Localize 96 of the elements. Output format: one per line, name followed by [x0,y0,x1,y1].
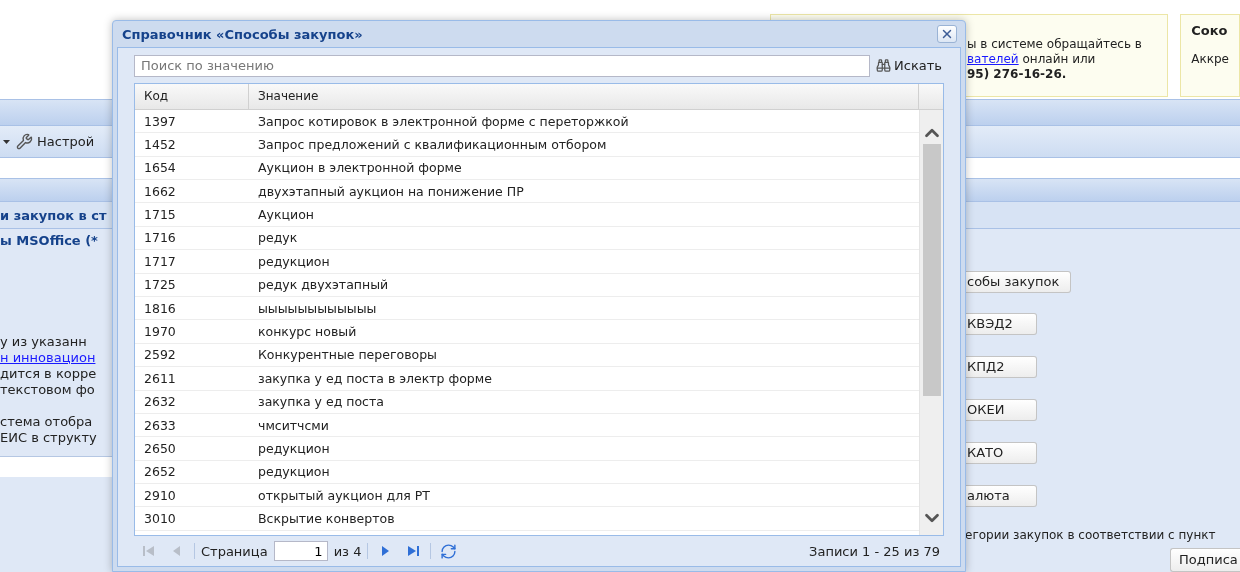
grid-row[interactable]: 1715 Аукцион [135,203,919,227]
records-summary: Записи 1 - 25 из 79 [809,543,940,559]
table-cell-text: открытый аукцион для РТ [257,487,431,503]
table-cell-text: 2910 [143,487,177,503]
grid-row[interactable]: 1717 редукцион [135,250,919,274]
grid-row[interactable]: 2650 редукцион [135,437,919,461]
text-line: стема отобра [0,414,94,430]
refresh-icon [440,542,458,560]
table-cell-text: 3010 [143,511,177,527]
table-cell-text: 2611 [143,370,177,386]
search-button[interactable]: Искать [874,58,944,74]
table-cell-text: 1397 [143,113,177,129]
directory-button[interactable]: КПД2 [965,356,1037,378]
last-page-icon [405,543,422,559]
table-cell-text: 1654 [143,160,177,176]
table-cell-text: Запрос котировок в электронной форме с переторжкой [257,113,630,129]
grid-row[interactable]: 2632 закупка у ед поста [135,390,919,414]
grid-row[interactable]: 3010 Вскрытие конвертов [135,507,919,531]
grid-row[interactable]: 2592 Конкурентные переговоры [135,343,919,368]
search-field[interactable]: Поиск по значению [134,54,871,77]
grid-row[interactable]: 1970 конкурс новый [135,320,919,344]
binoculars-icon [876,58,892,74]
grid-row[interactable]: 1397 Запрос котировок в электронной форме с переторжкой [135,109,919,134]
directory-button[interactable]: собы закупок [965,271,1071,293]
directory-button[interactable]: КВЭД2 [965,313,1037,335]
table-cell-text: закупка у ед поста в электр форме [257,370,493,386]
table-cell-text: чмситчсми [257,417,330,433]
table-cell-text: 1662 [143,183,177,199]
grid-row[interactable]: 2633 чмситчсми [135,413,919,438]
table-cell-text: редукцион [257,253,331,269]
table-cell-text: 2650 [143,441,177,456]
text-line: дится в корре [0,366,98,382]
dialog-title: Справочник «Способы закупок» [122,26,363,42]
text-link[interactable]: н инновацион [0,350,115,366]
grid-row[interactable]: 1654 Аукцион в электронной форме [135,156,919,180]
table-cell-text: редукцион [257,441,331,456]
caret-icon [3,139,10,144]
table-cell-text: закупка у ед поста [257,394,385,410]
directory-button[interactable]: КАТО [965,442,1037,464]
close-button[interactable] [937,25,957,43]
table-cell-text: 2592 [143,347,177,363]
grid-row[interactable]: 2611 закупка у ед поста в электр форме [135,367,919,391]
directory-button[interactable]: алюта [965,485,1037,507]
first-page-icon [141,543,157,559]
table-cell-text: Вскрытие конвертов [257,511,396,527]
column-header[interactable]: Код [135,83,249,109]
grid-row[interactable]: 1816 ыыыыыыыыыыыы [135,296,919,321]
table-cell-text: 1452 [143,136,177,152]
directory-button[interactable]: ОКЕИ [965,399,1037,421]
table-cell-text: конкурс новый [257,324,358,340]
table-cell-text: редук двухэтапный [257,277,390,293]
sign-button[interactable]: Подписа [1170,548,1240,572]
table-cell-text: 2633 [143,417,177,433]
scrollbar[interactable] [920,109,943,535]
table-cell-text: 1970 [143,324,177,340]
close-icon [940,27,954,41]
notice-text: 95) 276-16-26. [967,67,1068,82]
table-cell-text: 1716 [143,230,177,246]
notice-title: Соко [1191,23,1229,38]
footer-text: егории закупок в соответствии с пункт [965,528,1216,542]
table-cell-text: Аукцион [257,207,315,223]
table-cell-text: Запрос предложений с квалификационным отбором [257,136,608,152]
table-cell-text: 1725 [143,277,177,293]
panel-title: ы MSOffice (* [0,233,99,248]
page-field[interactable]: 1 [273,541,328,561]
table-cell-text: Конкурентные переговоры [257,347,438,363]
table-cell-text: редук [257,230,299,246]
notice-text: Аккре [1191,52,1229,66]
table-cell-text: ыыыыыыыыыыыы [257,300,378,316]
grid-row[interactable]: 1725 редук двухэтапный [135,273,919,297]
grid-row[interactable]: 2910 открытый аукцион для РТ [135,484,919,508]
grid-row[interactable]: 1452 Запрос предложений с квалификационным отбором [135,133,919,157]
table-cell-text: двухэтапный аукцион на понижение ПР [257,183,525,199]
page-label: Страница [201,543,268,559]
page-total: из 4 [333,543,362,559]
table-cell-text: 2632 [143,394,177,410]
grid-row[interactable]: 1662 двухэтапный аукцион на понижение ПР [135,180,919,204]
text-line: у из указанн [0,334,88,350]
settings-button[interactable]: Настрой [16,133,95,151]
text-line: ЕИС в структу [0,430,98,446]
table-cell-text: 1717 [143,253,177,269]
scrollbar-thumb[interactable] [922,143,941,396]
notice-text: ы в системе обращайтесь в [967,37,1143,52]
table-cell-text: 2652 [143,464,177,480]
table-cell-text: 1816 [143,300,177,316]
section-title: и закупок в ст [0,207,107,223]
text-line: текстовом фо [0,382,96,398]
table-cell-text: 1715 [143,207,177,223]
table-cell-text: Аукцион в электронной форме [257,160,463,176]
notice-text: вателей онлайн или [967,52,1097,67]
wrench-icon [16,133,33,151]
notice-link[interactable]: вателей [967,52,1019,66]
column-header[interactable]: Значение [249,83,919,109]
grid-row[interactable]: 2652 редукцион [135,460,919,485]
table-cell-text: редукцион [257,464,331,480]
grid-row[interactable]: 1716 редук [135,226,919,251]
